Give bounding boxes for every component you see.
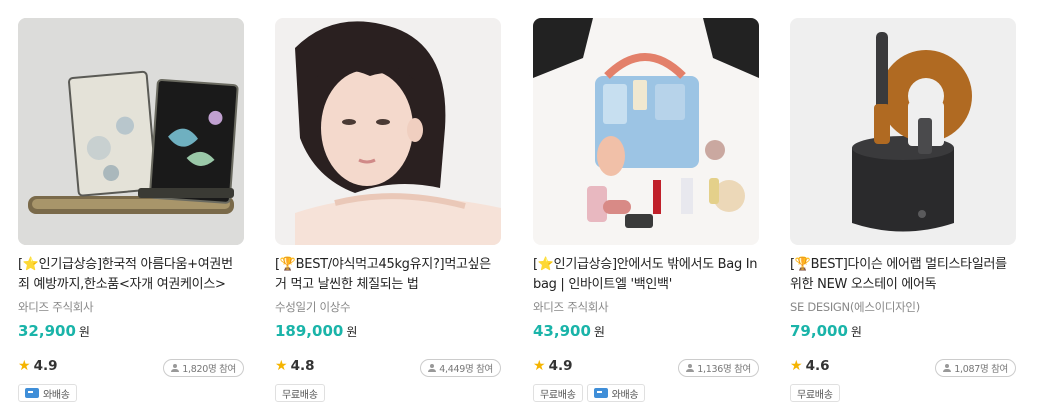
- star-icon: ★: [275, 358, 288, 374]
- person-icon: [171, 364, 180, 372]
- person-icon: [686, 364, 695, 372]
- participants-badge: 1,820명 참여: [163, 359, 244, 377]
- truck-icon: [593, 388, 608, 398]
- currency-label: 원: [593, 325, 605, 339]
- price-value: 189,000: [275, 322, 344, 340]
- rating-value: 4.8: [290, 358, 315, 374]
- person-icon: [943, 364, 952, 372]
- delivery-tag: 무료배송: [790, 384, 840, 402]
- delivery-tags: 무료배송: [790, 384, 1016, 402]
- price-value: 43,900: [533, 322, 591, 340]
- product-image-passport-case[interactable]: [18, 18, 244, 245]
- delivery-tags: 와배송: [18, 384, 244, 402]
- seller-name[interactable]: 와디즈 주식회사: [533, 299, 759, 315]
- participants-badge: 1,087명 참여: [935, 359, 1016, 377]
- star-icon: ★: [790, 358, 803, 374]
- currency-label: 원: [850, 325, 862, 339]
- product-title[interactable]: [🏆BEST]다이슨 에어랩 멀티스타일러를 위한 NEW 오스테이 에어독: [790, 255, 1016, 295]
- rating-value: 4.6: [805, 358, 830, 374]
- seller-name[interactable]: 수성일기 이상수: [275, 299, 501, 315]
- tag-label: 무료배송: [540, 389, 576, 401]
- participants-count: 1,820명 참여: [182, 364, 236, 375]
- participants-count: 4,449명 참여: [439, 364, 493, 375]
- delivery-tag: 와배송: [18, 384, 77, 402]
- participants-count: 1,087명 참여: [954, 364, 1008, 375]
- product-card[interactable]: [🏆BEST/야식먹고45kg유지?]먹고싶은거 먹고 날씬한 체질되는 법 수…: [275, 18, 501, 402]
- tag-label: 무료배송: [282, 389, 318, 401]
- rating: ★ 4.9: [18, 358, 57, 374]
- product-meta: ★ 4.9 1,136명 참여: [533, 358, 759, 378]
- currency-label: 원: [346, 325, 358, 339]
- product-meta: ★ 4.9 1,820명 참여: [18, 358, 244, 378]
- star-icon: ★: [533, 358, 546, 374]
- product-price: 43,900 원: [533, 322, 759, 340]
- participants-badge: 1,136명 참여: [678, 359, 759, 377]
- delivery-tag: 무료배송: [275, 384, 325, 402]
- product-meta: ★ 4.6 1,087명 참여: [790, 358, 1016, 378]
- participants-count: 1,136명 참여: [697, 364, 751, 375]
- star-icon: ★: [18, 358, 31, 374]
- tag-label: 와배송: [611, 389, 639, 401]
- product-image-bag-in-bag[interactable]: [533, 18, 759, 245]
- product-price: 32,900 원: [18, 322, 244, 340]
- product-meta: ★ 4.8 4,449명 참여: [275, 358, 501, 378]
- tag-label: 무료배송: [797, 389, 833, 401]
- delivery-tags: 무료배송 와배송: [533, 384, 759, 402]
- product-card[interactable]: [⭐인기급상승]안에서도 밖에서도 Bag In bag | 인바이트엘 '백인…: [533, 18, 759, 402]
- seller-name[interactable]: SE DESIGN(에스이디자인): [790, 299, 1016, 315]
- product-card[interactable]: [⭐인기급상승]한국적 아름다움+여권번죄 예방까지,한소품<자개 여권케이스>…: [18, 18, 244, 402]
- delivery-tag: 와배송: [586, 384, 646, 402]
- product-title[interactable]: [⭐인기급상승]안에서도 밖에서도 Bag In bag | 인바이트엘 '백인…: [533, 255, 759, 295]
- truck-icon: [25, 388, 39, 398]
- delivery-tags: 무료배송: [275, 384, 501, 402]
- product-image-airwrap-dock[interactable]: [790, 18, 1016, 245]
- person-icon: [428, 364, 437, 372]
- product-title[interactable]: [⭐인기급상승]한국적 아름다움+여권번죄 예방까지,한소품<자개 여권케이스>: [18, 255, 244, 295]
- rating: ★ 4.6: [790, 358, 829, 374]
- product-price: 189,000 원: [275, 322, 501, 340]
- participants-badge: 4,449명 참여: [420, 359, 501, 377]
- product-title[interactable]: [🏆BEST/야식먹고45kg유지?]먹고싶은거 먹고 날씬한 체질되는 법: [275, 255, 501, 295]
- price-value: 32,900: [18, 322, 76, 340]
- rating-value: 4.9: [548, 358, 573, 374]
- rating: ★ 4.9: [533, 358, 572, 374]
- product-image-woman-portrait[interactable]: [275, 18, 501, 245]
- currency-label: 원: [78, 325, 90, 339]
- rating-value: 4.9: [33, 358, 58, 374]
- tag-label: 와배송: [43, 389, 70, 401]
- delivery-tag: 무료배송: [533, 384, 583, 402]
- rating: ★ 4.8: [275, 358, 314, 374]
- price-value: 79,000: [790, 322, 848, 340]
- seller-name[interactable]: 와디즈 주식회사: [18, 299, 244, 315]
- product-price: 79,000 원: [790, 322, 1016, 340]
- product-card[interactable]: [🏆BEST]다이슨 에어랩 멀티스타일러를 위한 NEW 오스테이 에어독 S…: [790, 18, 1016, 402]
